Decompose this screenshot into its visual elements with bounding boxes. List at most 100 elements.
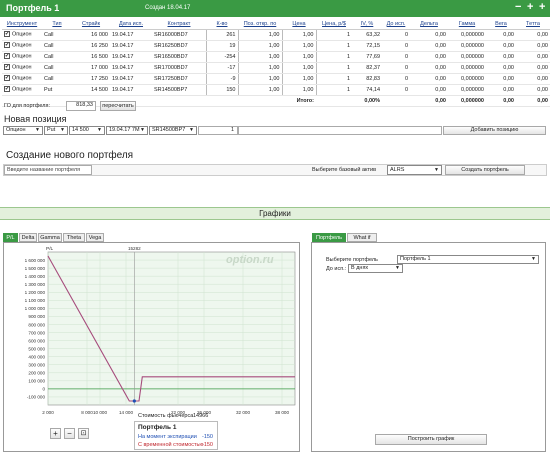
cell-open[interactable]: 1,00	[237, 61, 283, 74]
column-header[interactable]: До исп.	[382, 19, 410, 30]
zoom-in-icon[interactable]: +	[50, 428, 61, 439]
portfolio-name-input[interactable]: Введите название портфеля	[4, 165, 92, 175]
x-tick-label: 10 000	[93, 410, 107, 415]
cell-qty[interactable]: 19	[205, 39, 239, 52]
column-header[interactable]: Дата исп.	[110, 19, 152, 30]
y-tick-label: 700 000	[28, 330, 45, 335]
portfolio-select[interactable]: Портфель 1 ▼	[397, 255, 539, 264]
cell-open[interactable]: 1,00	[237, 83, 283, 96]
add-position-button[interactable]: Добавить позицию	[443, 126, 546, 135]
asset-select[interactable]: ALRS ▼	[387, 165, 442, 175]
minimize-icon[interactable]: −	[515, 1, 521, 13]
cell-theta: 0,00	[516, 51, 550, 63]
column-header[interactable]: Поз. откр. по	[238, 19, 282, 30]
graph-tab-gamma[interactable]: Gamma	[38, 233, 62, 242]
marker-point	[132, 399, 136, 403]
cell-instrument: Опцион	[12, 75, 32, 82]
graph-tab-delta[interactable]: Delta	[19, 233, 37, 242]
new-date-select[interactable]: 19.04.17 7М ▼	[106, 126, 148, 135]
y-tick-label: 1 300 000	[25, 282, 46, 287]
total-gamma: 0,000000	[448, 95, 486, 107]
zoom-reset-icon[interactable]: ⊡	[78, 428, 89, 439]
cell-strike: 17 250	[72, 73, 110, 85]
cell-price-rub: 1	[316, 40, 352, 52]
futures-label: Стоимость фьючерса	[138, 413, 194, 419]
column-header[interactable]: Контракт	[152, 19, 206, 30]
cell-open[interactable]: 1,00	[237, 39, 283, 52]
y-tick-label: 1 500 000	[25, 266, 46, 271]
row-checkbox[interactable]: ✔	[4, 64, 10, 71]
row-checkbox[interactable]: ✔	[4, 31, 10, 38]
total-vega: 0,00	[486, 95, 516, 107]
new-type-select[interactable]: Put ▼	[44, 126, 68, 135]
build-chart-button[interactable]: Построить график	[375, 434, 487, 445]
go-value: 818,33	[66, 101, 96, 111]
new-qty-input[interactable]: 1	[198, 126, 238, 135]
cell-price[interactable]: 1,00	[281, 39, 317, 52]
column-header[interactable]: К-во	[206, 19, 238, 30]
column-header[interactable]: IV, %	[352, 19, 382, 30]
add-portfolio-icon[interactable]: +	[539, 1, 545, 13]
cell-open[interactable]: 1,00	[237, 50, 283, 63]
portfolio-select-value: Портфель 1	[400, 256, 431, 262]
tooltip-time-label: С временной стоимостью	[138, 442, 204, 448]
column-header[interactable]: Тетта	[516, 19, 550, 30]
y-tick-label: 300 000	[28, 363, 45, 368]
column-header[interactable]: Цена, р/$	[316, 19, 352, 30]
cell-open[interactable]: 1,00	[237, 72, 283, 85]
row-checkbox[interactable]: ✔	[4, 86, 10, 93]
cell-instrument: Опцион	[12, 53, 32, 60]
graph-tab-pl[interactable]: P/L	[3, 233, 18, 242]
cell-price[interactable]: 1,00	[281, 72, 317, 85]
row-checkbox[interactable]: ✔	[4, 53, 10, 60]
tooltip-time-value: -150	[201, 442, 213, 448]
y-tick-label: 200 000	[28, 371, 45, 376]
row-checkbox[interactable]: ✔	[4, 75, 10, 82]
cell-delta: 0,00	[410, 51, 448, 63]
new-instrument-value: Опцион	[6, 127, 26, 133]
column-header[interactable]: Тип	[42, 19, 72, 30]
cell-delta: 0,00	[410, 84, 448, 96]
y-tick-label: 1 200 000	[25, 290, 46, 295]
chevron-down-icon: ▼	[531, 256, 536, 262]
graph-tab-vega[interactable]: Vega	[86, 233, 104, 242]
table-row: ✔ Опцион Call 16 000 19.04.17 SR16000BD7 261 1,…	[2, 28, 550, 41]
cell-vega: 0,00	[486, 29, 516, 41]
days-select[interactable]: В днях ▼	[348, 264, 403, 273]
cell-delta: 0,00	[410, 40, 448, 52]
cell-iv: 72,15	[352, 40, 382, 52]
graph-tab-theta[interactable]: Theta	[63, 233, 85, 242]
cell-qty[interactable]: -17	[205, 61, 239, 74]
cell-open[interactable]: 1,00	[237, 28, 283, 41]
maximize-icon[interactable]: +	[527, 1, 533, 13]
cell-price[interactable]: 1,00	[281, 28, 317, 41]
new-instrument-select[interactable]: Опцион ▼	[3, 126, 43, 135]
column-header[interactable]: Инструмент	[2, 19, 42, 30]
cell-price[interactable]: 1,00	[281, 61, 317, 74]
cell-days: 0	[382, 62, 410, 74]
zoom-out-icon[interactable]: −	[64, 428, 75, 439]
chevron-down-icon: ▼	[395, 265, 400, 271]
right-tab-what-if[interactable]: What if	[347, 233, 377, 242]
cell-qty[interactable]: -9	[205, 72, 239, 85]
chevron-down-icon: ▼	[60, 127, 65, 133]
table-row: ✔ Опцион Call 17 000 19.04.17 SR17000BD7 -17 1,…	[2, 61, 550, 74]
cell-qty[interactable]: 261	[205, 28, 239, 41]
cell-vega: 0,00	[486, 84, 516, 96]
cell-price[interactable]: 1,00	[281, 83, 317, 96]
right-tab-portfolio[interactable]: Портфель	[312, 233, 346, 242]
cell-qty[interactable]: -254	[205, 50, 239, 63]
column-header[interactable]: Цена	[282, 19, 316, 30]
row-checkbox[interactable]: ✔	[4, 42, 10, 49]
column-header[interactable]: Гамма	[448, 19, 486, 30]
column-header[interactable]: Вега	[486, 19, 516, 30]
recalc-button[interactable]: пересчитать	[100, 101, 136, 111]
cell-qty[interactable]: 150	[205, 83, 239, 96]
cell-price-rub: 1	[316, 29, 352, 41]
create-portfolio-button[interactable]: Создать портфель	[445, 165, 525, 175]
new-contract-select[interactable]: SR14500BP7 ▼	[149, 126, 197, 135]
column-header[interactable]: Страйк	[72, 19, 110, 30]
cell-price[interactable]: 1,00	[281, 50, 317, 63]
column-header[interactable]: Дельта	[410, 19, 448, 30]
new-strike-select[interactable]: 14 500 ▼	[69, 126, 105, 135]
